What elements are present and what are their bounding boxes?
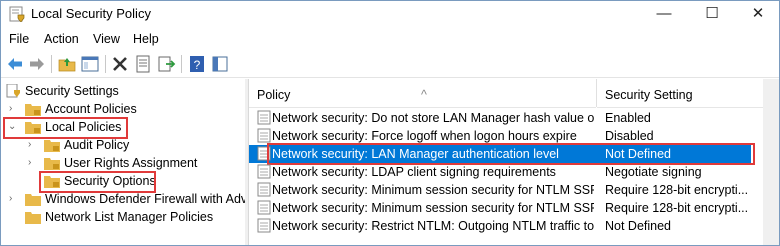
chevron-right-icon[interactable]: › bbox=[28, 157, 38, 169]
policy-name: Network security: Force logoff when logo… bbox=[272, 129, 577, 143]
menu-action[interactable]: Action bbox=[44, 32, 79, 46]
policy-icon bbox=[257, 200, 271, 215]
policy-list-pane: Policy ^ Security Setting Network securi… bbox=[248, 79, 779, 245]
tree-label: Windows Defender Firewall with Adva bbox=[45, 192, 245, 206]
local-security-policy-window: Local Security Policy — ☐ ✕ File Action … bbox=[0, 0, 780, 246]
delete-icon[interactable] bbox=[110, 54, 130, 74]
column-header-security-setting[interactable]: Security Setting bbox=[597, 79, 763, 108]
minimize-button[interactable]: — bbox=[641, 1, 687, 27]
table-row[interactable]: Network security: LDAP client signing re… bbox=[249, 163, 779, 181]
tree-item-windows-defender-firewall[interactable]: › Windows Defender Firewall with Adva bbox=[1, 191, 245, 209]
security-settings-icon bbox=[6, 84, 20, 98]
chevron-right-icon[interactable]: › bbox=[9, 103, 19, 115]
policy-name: Network security: Restrict NTLM: Outgoin… bbox=[272, 219, 594, 233]
column-header-policy[interactable]: Policy ^ bbox=[249, 79, 596, 108]
folder-icon bbox=[44, 158, 60, 170]
security-setting-value: Enabled bbox=[605, 111, 651, 125]
folder-icon bbox=[44, 140, 60, 152]
tree-label: Audit Policy bbox=[64, 138, 130, 152]
tree-label: Account Policies bbox=[45, 102, 137, 116]
console-tree-pane: Security Settings › Account Policies ⌄ L… bbox=[1, 79, 245, 245]
show-hide-tree-icon[interactable] bbox=[80, 54, 100, 74]
highlight-box-lan-manager-row bbox=[267, 143, 755, 165]
toolbar-separator bbox=[105, 55, 106, 73]
folder-icon bbox=[25, 194, 41, 206]
policy-name: Network security: Do not store LAN Manag… bbox=[272, 111, 594, 125]
vertical-scrollbar[interactable] bbox=[763, 79, 779, 245]
security-setting-value: Require 128-bit encrypti... bbox=[605, 201, 749, 215]
chevron-right-icon[interactable]: › bbox=[28, 139, 38, 151]
title-bar: Local Security Policy — ☐ ✕ bbox=[1, 1, 779, 27]
menu-bar: File Action View Help bbox=[1, 28, 779, 50]
policy-name: Network security: LDAP client signing re… bbox=[272, 165, 556, 179]
up-folder-icon[interactable] bbox=[57, 54, 77, 74]
policy-icon bbox=[257, 182, 271, 197]
security-setting-value: Disabled bbox=[605, 129, 654, 143]
tree-root-security-settings[interactable]: Security Settings bbox=[1, 83, 241, 101]
export-list-icon[interactable] bbox=[156, 54, 176, 74]
policy-name: Network security: Minimum session securi… bbox=[272, 183, 594, 197]
tree-label: Network List Manager Policies bbox=[45, 210, 214, 224]
close-button[interactable]: ✕ bbox=[735, 1, 779, 27]
window-title: Local Security Policy bbox=[31, 6, 151, 21]
chevron-right-icon[interactable]: › bbox=[9, 193, 19, 205]
help-icon[interactable]: ? bbox=[187, 54, 207, 74]
column-header-label: Policy bbox=[257, 88, 291, 102]
table-row[interactable]: Network security: Do not store LAN Manag… bbox=[249, 109, 779, 127]
column-header-label: Security Setting bbox=[605, 88, 693, 102]
maximize-button[interactable]: ☐ bbox=[689, 1, 735, 27]
tree-label: Security Settings bbox=[25, 84, 119, 98]
menu-help[interactable]: Help bbox=[133, 32, 159, 46]
sort-caret-icon: ^ bbox=[421, 88, 427, 102]
policy-icon bbox=[257, 164, 271, 179]
toolbar: ? bbox=[1, 51, 779, 78]
policy-name: Network security: Minimum session securi… bbox=[272, 201, 594, 215]
table-row[interactable]: Network security: Minimum session securi… bbox=[249, 199, 779, 217]
toolbar-separator bbox=[51, 55, 52, 73]
back-arrow-icon[interactable] bbox=[5, 54, 25, 74]
tree-item-audit-policy[interactable]: › Audit Policy bbox=[1, 137, 241, 155]
tree-item-network-list-manager-policies[interactable]: Network List Manager Policies bbox=[1, 209, 241, 227]
policy-icon bbox=[257, 110, 271, 125]
policy-icon bbox=[257, 218, 271, 233]
mmc-view-icon[interactable] bbox=[210, 54, 230, 74]
menu-view[interactable]: View bbox=[93, 32, 120, 46]
toolbar-separator bbox=[181, 55, 182, 73]
folder-icon bbox=[25, 104, 41, 116]
svg-text:?: ? bbox=[194, 58, 201, 72]
security-setting-value: Not Defined bbox=[605, 219, 672, 233]
security-policy-app-icon bbox=[9, 6, 25, 22]
menu-file[interactable]: File bbox=[9, 32, 29, 46]
policy-icon bbox=[257, 128, 271, 143]
forward-arrow-icon[interactable] bbox=[27, 54, 47, 74]
tree-label: User Rights Assignment bbox=[64, 156, 198, 170]
security-setting-value: Require 128-bit encrypti... bbox=[605, 183, 749, 197]
security-setting-value: Negotiate signing bbox=[605, 165, 702, 179]
highlight-box-local-policies bbox=[3, 117, 128, 139]
folder-icon bbox=[25, 212, 41, 224]
table-row[interactable]: Network security: Minimum session securi… bbox=[249, 181, 779, 199]
properties-icon[interactable] bbox=[133, 54, 153, 74]
highlight-box-security-options bbox=[39, 171, 156, 193]
table-row[interactable]: Network security: Restrict NTLM: Outgoin… bbox=[249, 217, 779, 235]
